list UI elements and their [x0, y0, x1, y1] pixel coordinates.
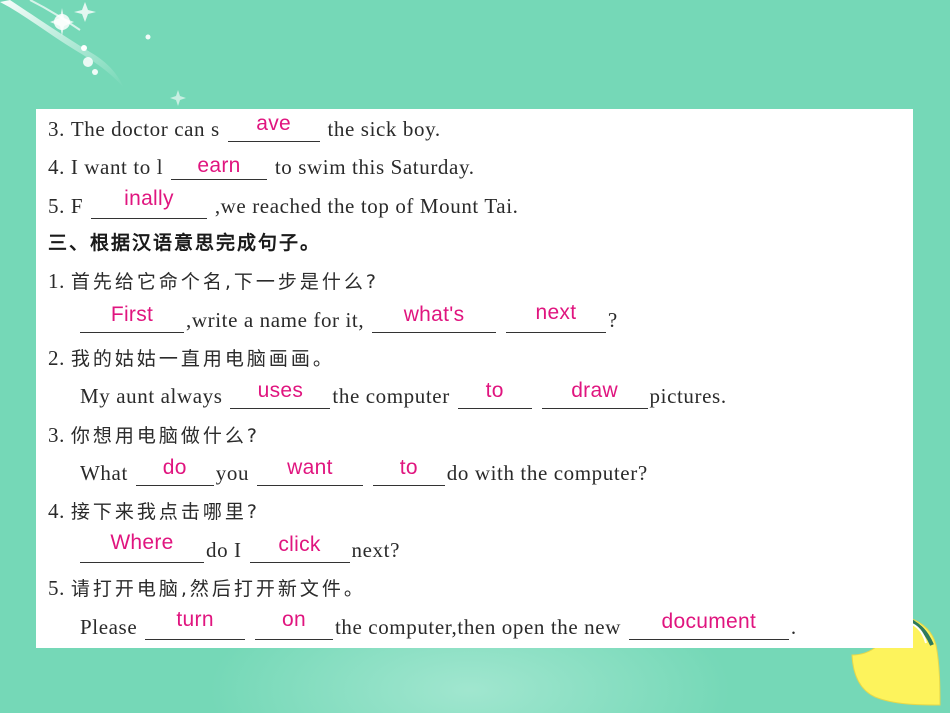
answer-text: uses	[257, 379, 304, 402]
translation-item-4-prompt: 4. 接下来我点击哪里?	[48, 498, 260, 524]
answer-blank[interactable]: on	[254, 608, 333, 640]
answer-text: First	[110, 303, 154, 326]
answer-blank[interactable]: Where	[80, 531, 204, 563]
sentence-text: the computer,then open the new	[334, 615, 621, 639]
sentence-text: next?	[351, 538, 400, 562]
exercise-item-4: 4. I want to l earn to swim this Saturda…	[48, 154, 475, 180]
worksheet-paper: 3. The doctor can s ave the sick boy. 4.…	[36, 109, 913, 648]
translation-item-5-sentence: Please turn on the computer,then open the…	[80, 608, 797, 640]
item-number: 5.	[48, 194, 65, 218]
answer-text: document	[661, 610, 757, 633]
answer-blank[interactable]: next	[505, 301, 606, 333]
sentence-text: ,we reached the top of Mount Tai.	[214, 194, 519, 218]
sentence-text: ?	[607, 308, 618, 332]
answer-text: ave	[256, 112, 292, 135]
sentence-text: to swim this Saturday.	[274, 155, 475, 179]
translation-item-4-sentence: Where do I click next?	[78, 531, 400, 563]
answer-blank[interactable]: turn	[145, 608, 246, 640]
answer-blank[interactable]: to	[372, 456, 445, 486]
answer-text: want	[287, 456, 333, 479]
answer-blank[interactable]: document	[628, 610, 789, 640]
answer-blank[interactable]: uses	[230, 379, 331, 409]
answer-blank[interactable]: inally	[90, 187, 207, 219]
sentence-text: .	[790, 615, 797, 639]
exercise-item-5: 5. F inally ,we reached the top of Mount…	[48, 187, 519, 219]
sparkle-decoration-icon	[0, 0, 186, 106]
answer-text: draw	[571, 379, 618, 402]
sentence-text: ,write a name for it,	[186, 308, 365, 332]
answer-text: what's	[403, 303, 465, 326]
chinese-prompt: 你想用电脑做什么?	[70, 425, 260, 447]
translation-item-2-sentence: My aunt always uses the computer to draw p…	[80, 379, 727, 409]
item-number: 4.	[48, 155, 65, 179]
sentence-text: do I	[206, 538, 242, 562]
sentence-text: do with the computer?	[446, 461, 648, 485]
answer-blank[interactable]: ave	[227, 112, 320, 142]
answer-text: turn	[176, 608, 214, 631]
translation-item-5-prompt: 5. 请打开电脑,然后打开新文件。	[48, 575, 366, 601]
sentence-text: the computer	[332, 384, 450, 408]
answer-blank[interactable]: draw	[541, 379, 648, 409]
answer-text: inally	[124, 187, 174, 210]
answer-text: on	[281, 608, 306, 631]
sentence-text: Please	[80, 615, 138, 639]
section-heading: 三、根据汉语意思完成句子。	[48, 232, 322, 254]
answer-text: Where	[110, 531, 174, 554]
translation-item-1-prompt: 1. 首先给它命个名,下一步是什么?	[48, 268, 379, 294]
answer-blank[interactable]: earn	[171, 154, 268, 180]
answer-text: to	[399, 456, 418, 479]
exercise-item-3: 3. The doctor can s ave the sick boy.	[48, 112, 441, 142]
translation-item-1-sentence: First ,write a name for it, what's next?	[78, 301, 618, 333]
sentence-text: The doctor can s	[70, 117, 220, 141]
answer-text: do	[162, 456, 187, 479]
chinese-prompt: 接下来我点击哪里?	[70, 501, 260, 523]
answer-blank[interactable]: want	[256, 456, 363, 486]
item-number: 3.	[48, 423, 65, 447]
answer-text: next	[535, 301, 577, 324]
sentence-text: pictures.	[649, 384, 727, 408]
answer-blank[interactable]: click	[249, 533, 350, 563]
sentence-text: My aunt always	[80, 384, 223, 408]
answer-text: click	[278, 533, 321, 556]
item-number: 4.	[48, 499, 65, 523]
chinese-prompt: 首先给它命个名,下一步是什么?	[70, 271, 379, 293]
item-number: 3.	[48, 117, 65, 141]
answer-text: earn	[197, 154, 241, 177]
translation-item-3-prompt: 3. 你想用电脑做什么?	[48, 422, 260, 448]
chinese-prompt: 请打开电脑,然后打开新文件。	[70, 578, 366, 600]
answer-blank[interactable]: what's	[372, 303, 497, 333]
answer-blank[interactable]: do	[135, 456, 214, 486]
sentence-text: I want to l	[70, 155, 164, 179]
answer-blank[interactable]: to	[457, 379, 532, 409]
sentence-text: F	[70, 194, 84, 218]
translation-item-3-sentence: What do you want to do with the computer?	[80, 456, 648, 486]
translation-item-2-prompt: 2. 我的姑姑一直用电脑画画。	[48, 345, 335, 371]
answer-text: to	[485, 379, 504, 402]
chinese-prompt: 我的姑姑一直用电脑画画。	[70, 348, 335, 370]
item-number: 2.	[48, 346, 65, 370]
item-number: 5.	[48, 576, 65, 600]
sentence-text: you	[215, 461, 250, 485]
item-number: 1.	[48, 269, 65, 293]
sentence-text: the sick boy.	[327, 117, 441, 141]
answer-blank[interactable]: First	[80, 303, 184, 333]
sentence-text: What	[80, 461, 128, 485]
